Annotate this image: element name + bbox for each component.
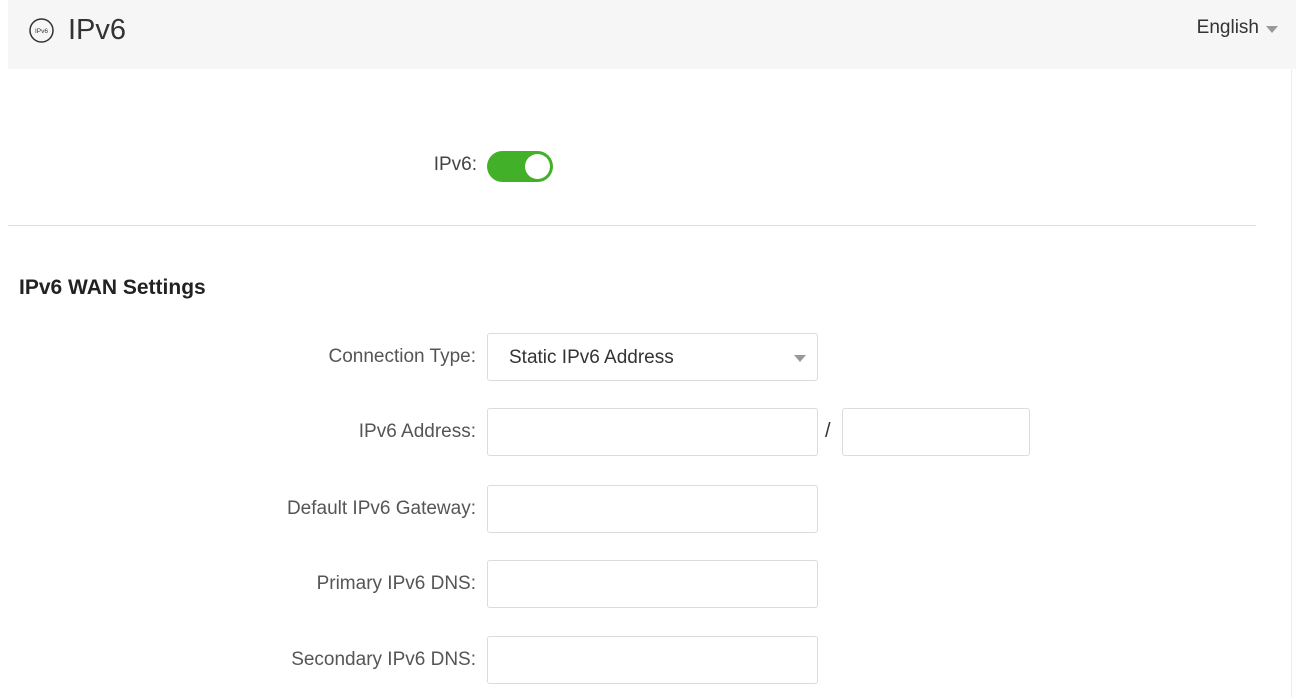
logo-text: IPv6	[35, 28, 48, 35]
ipv6-toggle-switch[interactable]	[487, 151, 553, 182]
default-gateway-row: Default IPv6 Gateway:	[0, 485, 1296, 535]
page-title: IPv6	[68, 14, 127, 46]
primary-dns-input[interactable]	[487, 560, 818, 608]
ipv6-toggle-row: IPv6:	[0, 148, 1296, 184]
chevron-down-icon	[1266, 25, 1278, 33]
secondary-dns-input[interactable]	[487, 636, 818, 684]
toggle-knob	[525, 154, 550, 179]
primary-dns-row: Primary IPv6 DNS:	[0, 560, 1296, 610]
connection-type-select[interactable]: Static IPv6 Address	[487, 333, 818, 381]
ipv6-address-row: IPv6 Address: /	[0, 408, 1296, 458]
connection-type-row: Connection Type: Static IPv6 Address	[0, 333, 1296, 383]
default-gateway-label: Default IPv6 Gateway:	[286, 498, 476, 519]
language-label: English	[1196, 17, 1259, 38]
secondary-dns-label: Secondary IPv6 DNS:	[291, 649, 476, 670]
prefix-length-input[interactable]	[842, 408, 1030, 456]
page-header: IPv6 IPv6 English	[8, 0, 1296, 69]
prefix-separator: /	[825, 420, 831, 442]
ipv6-address-input[interactable]	[487, 408, 818, 456]
ipv6-address-label: IPv6 Address:	[358, 421, 476, 442]
connection-type-value: Static IPv6 Address	[509, 347, 674, 368]
language-selector[interactable]: English	[1197, 17, 1278, 39]
connection-type-label: Connection Type:	[328, 346, 476, 367]
default-gateway-input[interactable]	[487, 485, 818, 533]
ipv6-logo-icon: IPv6	[29, 18, 54, 43]
section-divider	[8, 225, 1256, 226]
secondary-dns-row: Secondary IPv6 DNS:	[0, 636, 1296, 686]
wan-settings-heading: IPv6 WAN Settings	[19, 276, 206, 299]
chevron-down-icon	[794, 355, 806, 362]
primary-dns-label: Primary IPv6 DNS:	[316, 573, 476, 594]
ipv6-toggle-label: IPv6:	[433, 154, 477, 175]
